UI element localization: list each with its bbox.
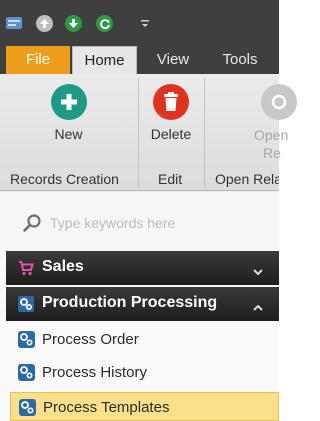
nav-item-label: Process Order xyxy=(42,331,139,348)
refresh-icon[interactable] xyxy=(96,15,113,32)
section-production-processing[interactable]: Production Processing xyxy=(6,287,279,321)
chevron-up-icon xyxy=(253,299,263,311)
down-arrow-icon[interactable] xyxy=(65,15,82,32)
group-label-edit: Edit xyxy=(158,171,183,187)
nav-item-process-history[interactable]: Process History xyxy=(10,358,279,388)
nav-item-process-templates[interactable]: Process Templates xyxy=(10,392,279,421)
group-label-open-related: Open Rela xyxy=(215,171,279,187)
group-label-records-creation: Records Creation xyxy=(10,171,119,187)
quick-access-toolbar xyxy=(0,0,279,46)
app-icon[interactable] xyxy=(5,15,23,31)
tab-tools[interactable]: Tools xyxy=(208,46,272,74)
new-button-label: New xyxy=(54,126,83,142)
search-icon xyxy=(22,213,42,233)
nav-item-process-order[interactable]: Process Order xyxy=(10,325,279,355)
ribbon-tabs: File Home View Tools xyxy=(0,46,279,76)
open-related-label-2: Re xyxy=(263,145,281,161)
trash-icon xyxy=(153,84,189,120)
section-production-title: Production Processing xyxy=(42,294,218,311)
gears-icon xyxy=(18,364,35,381)
open-related-icon xyxy=(261,84,297,120)
search-bar xyxy=(0,192,279,252)
gears-icon xyxy=(18,331,35,348)
ribbon-panel: New Delete Open Re Records Creation Edit… xyxy=(0,74,297,191)
gears-icon xyxy=(18,296,34,312)
group-divider xyxy=(138,78,139,188)
group-divider xyxy=(204,78,205,188)
section-sales-title: Sales xyxy=(42,258,84,275)
search-input[interactable] xyxy=(50,212,260,234)
open-related-button[interactable]: Open Re xyxy=(206,74,297,166)
chevron-down-icon xyxy=(253,263,263,276)
tab-home[interactable]: Home xyxy=(72,46,137,76)
cart-icon xyxy=(18,260,34,276)
section-sales[interactable]: Sales xyxy=(6,251,279,285)
tab-file[interactable]: File xyxy=(6,46,70,74)
app-window: File Home View Tools New Delete Open Re … xyxy=(0,0,297,421)
delete-button[interactable]: Delete xyxy=(140,74,202,166)
open-related-label: Open xyxy=(254,127,289,143)
up-arrow-icon[interactable] xyxy=(36,15,53,32)
plus-icon xyxy=(51,84,87,120)
nav-item-label: Process History xyxy=(42,364,148,381)
tab-view[interactable]: View xyxy=(142,46,204,74)
customize-icon[interactable] xyxy=(140,17,150,29)
gears-icon xyxy=(19,399,36,416)
nav-item-label: Process Templates xyxy=(43,399,170,416)
new-button[interactable]: New xyxy=(0,74,137,166)
delete-button-label: Delete xyxy=(150,126,192,142)
